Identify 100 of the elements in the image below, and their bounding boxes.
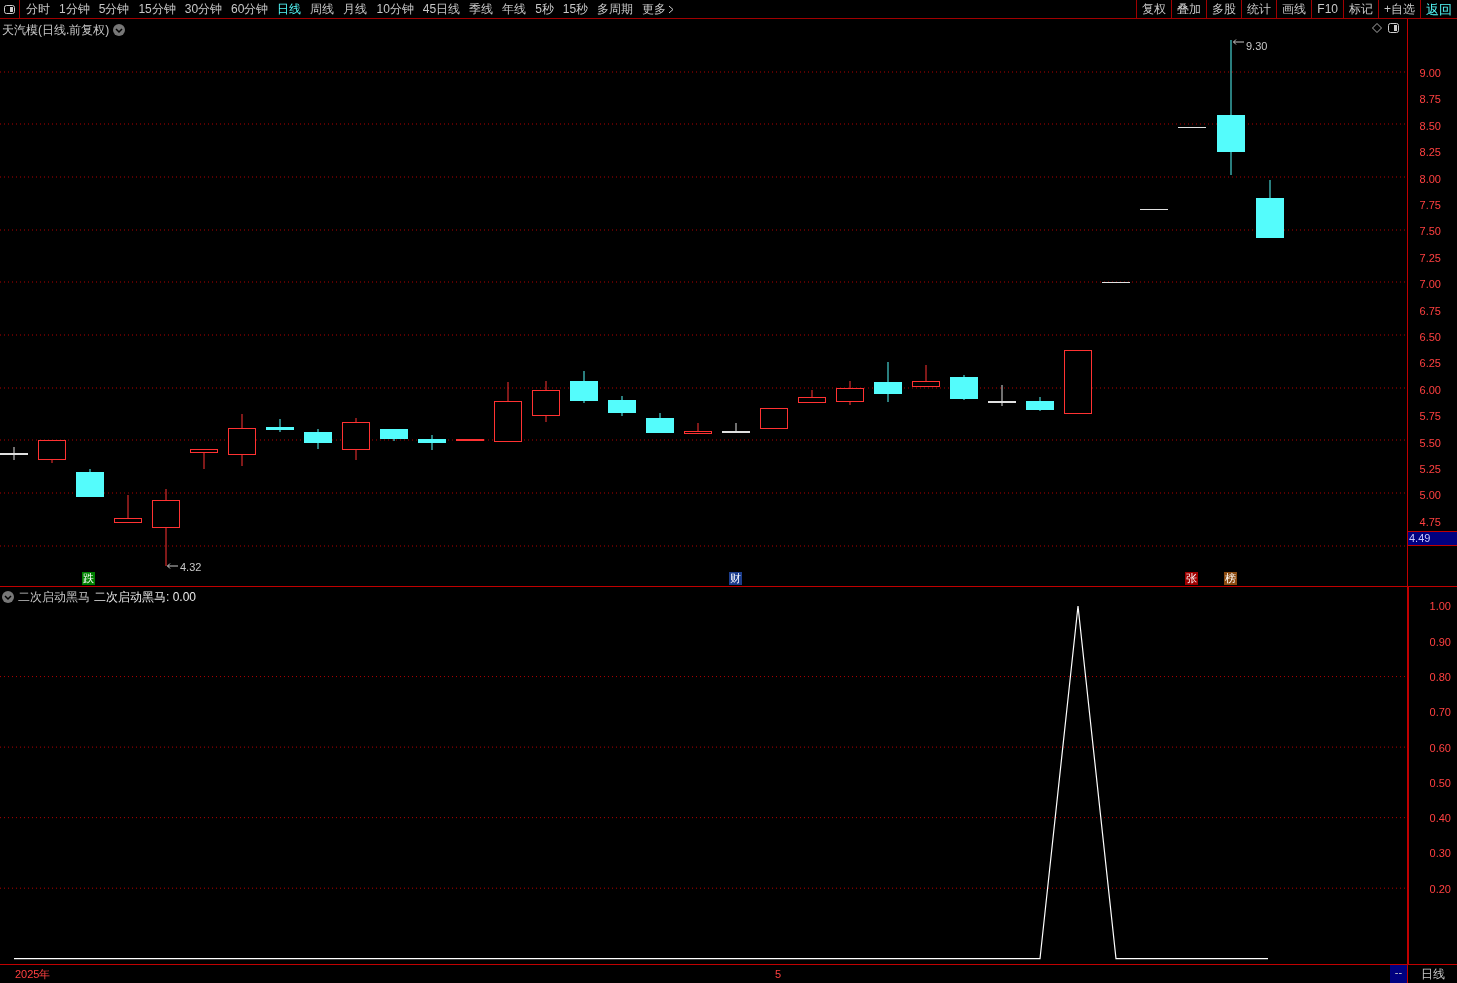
price-axis-label: 4.75 xyxy=(1419,514,1441,530)
candlestick xyxy=(608,395,636,417)
indicator-axis-label: 1.00 xyxy=(1429,599,1451,614)
period-tab[interactable]: 日线 xyxy=(277,0,302,18)
period-tab[interactable]: 周线 xyxy=(310,0,335,18)
candlestick xyxy=(1102,282,1130,283)
panel-toggle-icon[interactable] xyxy=(4,4,15,14)
candlestick xyxy=(38,439,66,464)
more-button[interactable]: 更多 xyxy=(642,0,675,18)
toolbar-button[interactable]: 返回 xyxy=(1420,0,1457,18)
period-tab[interactable]: 10分钟 xyxy=(376,0,414,18)
candlestick xyxy=(1178,127,1206,128)
time-axis-label: 2025年 xyxy=(15,967,51,982)
marker-tag[interactable]: 榜 xyxy=(1224,572,1237,585)
candlestick xyxy=(494,381,522,443)
candlestick xyxy=(0,446,28,461)
indicator-reading: 二次启动黑马: 0.00 xyxy=(94,589,197,607)
period-tab[interactable]: 45日线 xyxy=(422,0,461,18)
candlestick xyxy=(342,417,370,461)
chevron-right-icon xyxy=(668,4,675,14)
leader-arrow-icon xyxy=(167,563,179,569)
indicator-axis-label: 0.80 xyxy=(1429,669,1451,684)
candlestick xyxy=(798,389,826,404)
period-tab[interactable]: 1分钟 xyxy=(59,0,90,18)
chevron-down-icon[interactable] xyxy=(113,24,126,36)
candlestick xyxy=(570,370,598,404)
current-price-label: 4.49 xyxy=(1408,531,1457,546)
candlestick xyxy=(1140,209,1168,210)
indicator-axis-label: 0.30 xyxy=(1429,846,1451,861)
price-axis-label: 5.75 xyxy=(1419,409,1441,425)
candlestick xyxy=(1256,179,1284,239)
candlestick xyxy=(76,468,104,498)
price-axis-label: 7.50 xyxy=(1419,224,1441,240)
toolbar-button[interactable]: 统计 xyxy=(1241,0,1277,18)
candlestick xyxy=(874,361,902,403)
price-axis-label: 7.75 xyxy=(1419,198,1441,213)
price-axis-label: 8.50 xyxy=(1419,118,1441,134)
candlestick xyxy=(1026,396,1054,412)
candlestick xyxy=(380,428,408,442)
candlestick xyxy=(988,384,1016,407)
candlestick xyxy=(266,418,294,433)
period-label[interactable]: 日线 xyxy=(1407,965,1457,983)
price-axis-label: 6.00 xyxy=(1419,382,1441,398)
leader-arrow-icon xyxy=(1233,39,1245,45)
indicator-axis-label: 0.70 xyxy=(1429,705,1451,720)
price-axis-label: 6.75 xyxy=(1419,303,1441,319)
period-tab[interactable]: 年线 xyxy=(502,0,527,18)
candlestick xyxy=(190,448,218,470)
period-tab[interactable]: 30分钟 xyxy=(184,0,223,18)
price-axis-label: 5.00 xyxy=(1419,488,1441,504)
toolbar-button[interactable]: 复权 xyxy=(1136,0,1172,18)
price-axis-label: 6.50 xyxy=(1419,330,1441,345)
candlestick xyxy=(304,428,332,450)
indicator-name: 二次启动黑马 xyxy=(18,589,90,607)
toolbar-button[interactable]: 叠加 xyxy=(1171,0,1207,18)
period-tab[interactable]: 分时 xyxy=(26,0,50,18)
candlestick xyxy=(950,374,978,401)
time-axis-label: 5 xyxy=(775,967,782,982)
price-axis-label: 7.00 xyxy=(1419,277,1441,293)
high-price-label: 9.30 xyxy=(1246,39,1268,54)
toolbar-button[interactable]: 标记 xyxy=(1343,0,1378,18)
candlestick xyxy=(912,364,940,388)
candlestick xyxy=(684,422,712,435)
indicator-axis-label: 0.60 xyxy=(1429,740,1451,755)
price-axis-label: 9.00 xyxy=(1419,66,1441,81)
candlestick xyxy=(722,422,750,434)
indicator-axis-label: 0.20 xyxy=(1429,881,1451,896)
price-axis-label: 8.00 xyxy=(1419,171,1441,187)
period-tab[interactable]: 15秒 xyxy=(562,0,589,18)
period-tab[interactable]: 60分钟 xyxy=(231,0,269,18)
indicator-axis-label: 0.50 xyxy=(1429,775,1451,790)
diamond-icon[interactable] xyxy=(1372,23,1382,33)
period-tab[interactable]: 季线 xyxy=(469,0,494,18)
price-axis-label: 6.25 xyxy=(1419,356,1441,372)
candlestick xyxy=(760,407,788,430)
period-tab[interactable]: 多周期 xyxy=(597,0,634,18)
toolbar-button[interactable]: F10 xyxy=(1311,0,1343,18)
scroll-indicator[interactable]: -- xyxy=(1390,965,1407,983)
marker-tag[interactable]: 张 xyxy=(1185,572,1198,585)
price-axis-label: 8.75 xyxy=(1419,92,1441,108)
price-axis-label: 7.25 xyxy=(1419,250,1441,266)
candlestick xyxy=(646,412,674,434)
candlestick xyxy=(456,438,484,442)
candlestick xyxy=(836,380,864,406)
period-tab[interactable]: 5分钟 xyxy=(98,0,130,18)
period-tab[interactable]: 5秒 xyxy=(535,0,554,18)
toolbar-button[interactable]: 画线 xyxy=(1276,0,1312,18)
chevron-down-icon[interactable] xyxy=(2,591,14,604)
toolbar-button[interactable]: 多股 xyxy=(1206,0,1242,18)
period-tab[interactable]: 月线 xyxy=(343,0,368,18)
toolbar-button[interactable]: +自选 xyxy=(1378,0,1420,18)
low-price-label: 4.32 xyxy=(180,560,202,575)
period-tab[interactable]: 15分钟 xyxy=(138,0,176,18)
price-axis-label: 8.25 xyxy=(1419,145,1441,161)
marker-tag[interactable]: 跌 xyxy=(82,572,95,585)
panel-toggle-icon[interactable] xyxy=(1388,23,1399,33)
candlestick xyxy=(228,413,256,467)
chart-title: 天汽模(日线.前复权) xyxy=(2,22,110,39)
marker-tag[interactable]: 财 xyxy=(729,572,742,585)
candlestick xyxy=(1064,349,1092,415)
